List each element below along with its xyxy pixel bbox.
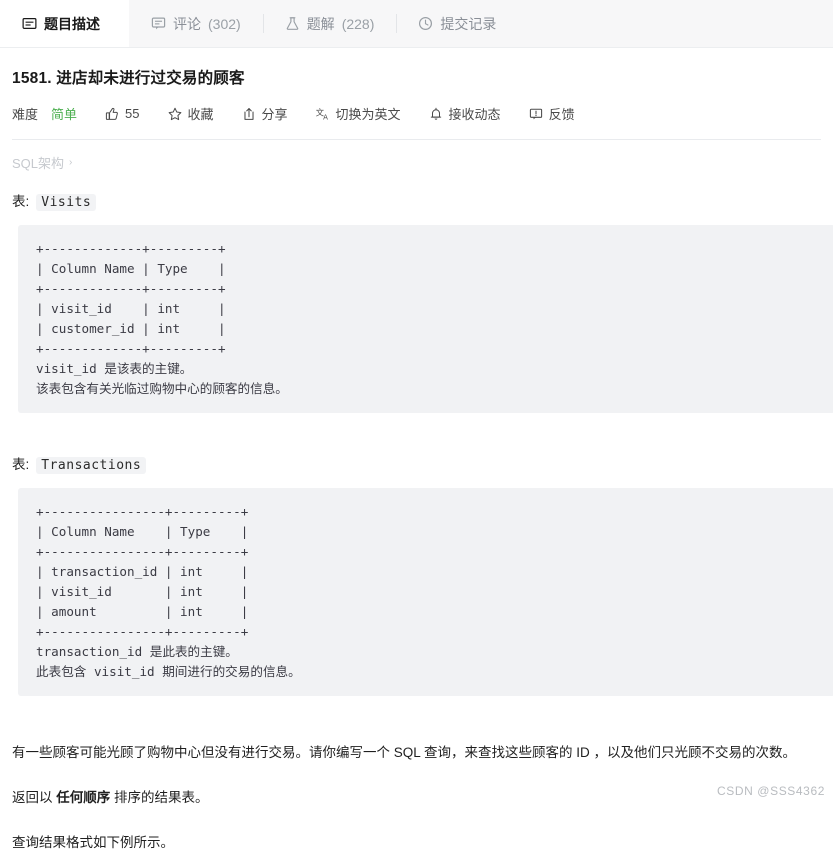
share-icon [242, 107, 256, 121]
tab-comments[interactable]: 评论 (302) [129, 0, 263, 47]
flask-icon [285, 16, 300, 31]
comment-icon [151, 16, 166, 31]
tab-label: 提交记录 [440, 15, 497, 32]
thumbs-up-icon [105, 107, 119, 121]
translate-button[interactable]: 文 A 切换为英文 [316, 104, 401, 123]
table-label-visits: 表: Visits [12, 190, 823, 211]
table-label-prefix: 表: [12, 457, 30, 472]
breadcrumb[interactable]: SQL架构 › [12, 153, 72, 172]
difficulty-label: 难度 [12, 107, 39, 122]
table-label-prefix: 表: [12, 194, 30, 209]
feedback-label: 反馈 [548, 107, 575, 122]
problem-content: 1581. 进店却未进行过交易的顾客 难度 简单 55 收藏 分享 文 A 切换… [0, 66, 833, 853]
problem-paragraph-2: 返回以 任何顺序 排序的结果表。 [12, 787, 823, 808]
description-icon [22, 16, 37, 31]
subscribe-button[interactable]: 接收动态 [429, 104, 501, 123]
bell-icon [429, 107, 443, 121]
difficulty-indicator: 难度 简单 [12, 104, 77, 123]
translate-label: 切换为英文 [335, 107, 401, 122]
like-count: 55 [125, 106, 140, 121]
difficulty-value: 简单 [51, 107, 78, 122]
problem-paragraph-3: 查询结果格式如下例所示。 [12, 835, 174, 850]
tab-solutions[interactable]: 题解 (228) [262, 0, 397, 47]
tab-count: (302) [208, 15, 241, 32]
code-block-transactions: +----------------+---------+ | Column Na… [18, 488, 833, 696]
like-button[interactable]: 55 [105, 106, 140, 121]
tab-bar: 题目描述 评论 (302) 题解 (228) 提交记录 [0, 0, 833, 48]
translate-icon: 文 A [316, 107, 330, 120]
watermark: CSDN @SSS4362 [716, 784, 825, 798]
section-divider [12, 139, 821, 140]
breadcrumb-label: SQL架构 [12, 156, 65, 171]
favorite-label: 收藏 [187, 107, 214, 122]
action-bar: 难度 简单 55 收藏 分享 文 A 切换为英文 接收动态 反馈 [12, 104, 823, 123]
feedback-icon [529, 107, 543, 121]
share-button[interactable]: 分享 [242, 104, 288, 123]
tab-description[interactable]: 题目描述 [0, 0, 129, 47]
star-icon [168, 107, 182, 121]
feedback-button[interactable]: 反馈 [529, 104, 575, 123]
tab-label: 题解 [306, 15, 335, 32]
share-label: 分享 [261, 107, 288, 122]
chevron-right-icon: › [69, 157, 73, 168]
favorite-button[interactable]: 收藏 [168, 104, 214, 123]
tab-label: 题目描述 [44, 15, 100, 32]
tab-submissions[interactable]: 提交记录 [396, 0, 525, 47]
problem-paragraph-1: 有一些顾客可能光顾了购物中心但没有进行交易。请你编写一个 SQL 查询，来查找这… [12, 745, 797, 760]
paragraph-2-suffix: 排序的结果表。 [110, 790, 209, 805]
tab-count: (228) [341, 15, 375, 32]
clock-icon [418, 16, 433, 31]
table-name: Visits [36, 194, 97, 211]
code-block-visits: +-------------+---------+ | Column Name … [18, 225, 833, 413]
page-title: 1581. 进店却未进行过交易的顾客 [12, 70, 245, 87]
svg-text:A: A [323, 113, 328, 120]
table-label-transactions: 表: Transactions [12, 453, 823, 474]
paragraph-2-prefix: 返回以 [12, 790, 57, 805]
paragraph-2-emphasis: 任何顺序 [56, 790, 111, 805]
table-name: Transactions [36, 457, 147, 474]
tab-label: 评论 [173, 15, 201, 32]
subscribe-label: 接收动态 [448, 107, 501, 122]
